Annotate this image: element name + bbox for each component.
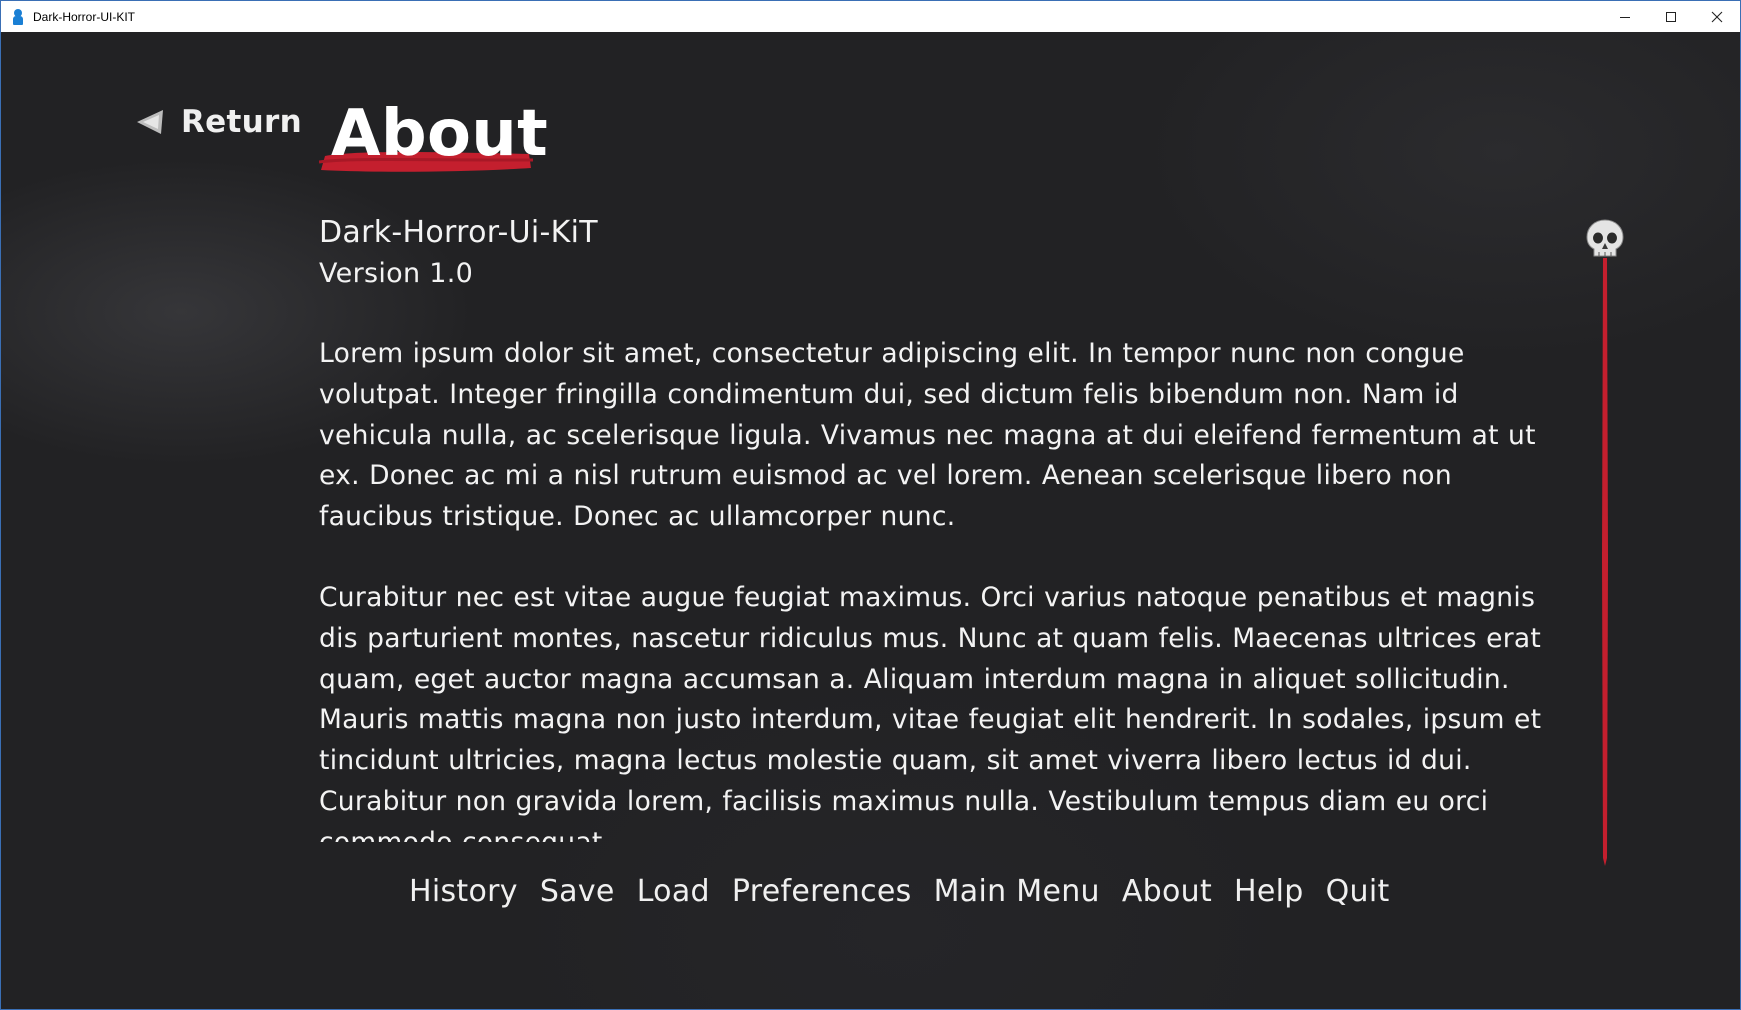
menu-item-quit[interactable]: Quit [1326, 874, 1390, 909]
menu-item-about[interactable]: About [1122, 874, 1212, 909]
close-icon [1711, 11, 1723, 22]
about-paragraph: Curabitur nec est vitae augue feugiat ma… [319, 581, 1542, 842]
menu-item-help[interactable]: Help [1234, 874, 1304, 909]
skull-icon[interactable] [1585, 218, 1625, 262]
vertical-scrollbar[interactable] [1585, 218, 1625, 874]
app-window: Dark-Horror-UI-KIT Return About Dark-Hor… [0, 0, 1741, 1010]
menu-item-save[interactable]: Save [540, 874, 615, 909]
menu-item-load[interactable]: Load [637, 874, 710, 909]
minimize-button[interactable] [1602, 1, 1648, 32]
app-version: Version 1.0 [319, 258, 474, 289]
menu-item-main-menu[interactable]: Main Menu [934, 874, 1100, 909]
app-name: Dark-Horror-Ui-KiT [319, 215, 598, 250]
maximize-button[interactable] [1648, 1, 1694, 32]
maximize-icon [1666, 11, 1676, 22]
bottom-nav-menu: History Save Load Preferences Main Menu … [409, 866, 1412, 916]
page-title: About [331, 97, 548, 171]
menu-item-history[interactable]: History [409, 874, 518, 909]
scrollbar-track[interactable] [1600, 258, 1610, 866]
return-label: Return [181, 104, 302, 140]
page-title-block: About [319, 80, 548, 190]
about-paragraph: Lorem ipsum dolor sit amet, consectetur … [319, 338, 1536, 533]
app-icon [11, 8, 25, 25]
window-title: Dark-Horror-UI-KIT [33, 9, 135, 24]
about-content[interactable]: Dark-Horror-Ui-KiT Version 1.0 Lorem ips… [319, 212, 1559, 842]
close-button[interactable] [1694, 1, 1740, 32]
return-button[interactable]: Return [135, 104, 302, 140]
title-bar[interactable]: Dark-Horror-UI-KIT [1, 1, 1740, 32]
minimize-icon [1620, 16, 1630, 18]
back-arrow-icon [137, 110, 163, 134]
game-screen: Return About Dark-Horror-Ui-KiT Version … [1, 32, 1740, 1009]
window-controls [1602, 1, 1740, 32]
menu-item-preferences[interactable]: Preferences [732, 874, 912, 909]
